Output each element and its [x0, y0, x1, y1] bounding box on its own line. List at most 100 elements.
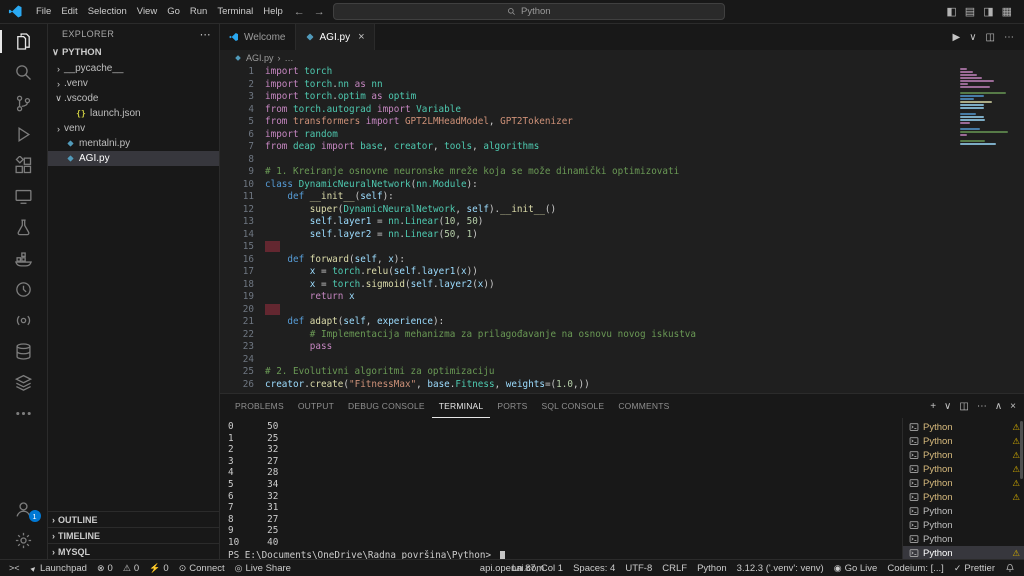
menu-run[interactable]: Run	[185, 0, 212, 23]
terminal-list-scrollbar[interactable]	[1020, 421, 1023, 479]
section-outline[interactable]: ›OUTLINE	[48, 511, 219, 527]
activity-explorer[interactable]	[0, 26, 48, 57]
menu-file[interactable]: File	[31, 0, 56, 23]
go-live[interactable]: ◉Go Live	[829, 560, 883, 576]
minimap[interactable]	[960, 68, 1012, 146]
code-line[interactable]: 1import torch	[220, 66, 954, 79]
code-line[interactable]: 19 return x	[220, 291, 954, 304]
section-mysql[interactable]: ›MYSQL	[48, 543, 219, 559]
tree-item-agi-py[interactable]: AGI.py	[48, 151, 219, 166]
menu-view[interactable]: View	[132, 0, 162, 23]
terminal-list-item[interactable]: Python⚠	[903, 434, 1024, 448]
activity-more[interactable]	[0, 398, 48, 429]
connect[interactable]: ⊙Connect	[174, 560, 230, 576]
menu-terminal[interactable]: Terminal	[212, 0, 258, 23]
tree-item-venv[interactable]: ›.venv	[48, 76, 219, 91]
code-line[interactable]: 4from torch.autograd import Variable	[220, 104, 954, 117]
close-panel-icon[interactable]: ×	[1010, 401, 1016, 412]
close-icon[interactable]: ×	[358, 31, 364, 43]
codeium[interactable]: Codeium: [...]	[882, 560, 949, 576]
panel-tab-terminal[interactable]: TERMINAL	[432, 394, 491, 418]
terminal-list-item[interactable]: Python⚠	[903, 476, 1024, 490]
tab-agi-py[interactable]: AGI.py×	[296, 24, 375, 50]
activity-extensions[interactable]	[0, 150, 48, 181]
python-interpreter[interactable]: 3.12.3 ('.venv': venv)	[732, 560, 829, 576]
terminal-output[interactable]: 0 501 252 323 274 285 346 327 318 279 25…	[220, 418, 902, 559]
editor[interactable]: 1import torch2import torch.nn as nn3impo…	[220, 65, 1024, 393]
code-line[interactable]: 25# 2. Evolutivni algoritmi za optimizac…	[220, 366, 954, 379]
maximize-panel-icon[interactable]: ∧	[995, 401, 1002, 412]
activity-broadcast[interactable]	[0, 305, 48, 336]
code-line[interactable]: 24	[220, 354, 954, 367]
panel-tab-sql-console[interactable]: SQL CONSOLE	[534, 394, 611, 418]
customize-layout-icon[interactable]: ▦	[1002, 5, 1012, 18]
more-icon[interactable]: ⋯	[977, 401, 987, 412]
encoding[interactable]: UTF-8	[620, 560, 657, 576]
ports[interactable]: ⚡0	[144, 560, 174, 576]
menu-edit[interactable]: Edit	[56, 0, 82, 23]
code-line[interactable]: 2import torch.nn as nn	[220, 79, 954, 92]
code-line[interactable]: 21 def adapt(self, experience):	[220, 316, 954, 329]
terminal-list-item[interactable]: Python⚠	[903, 462, 1024, 476]
live-share[interactable]: ◎Live Share	[230, 560, 296, 576]
breadcrumb[interactable]: AGI.py › …	[220, 50, 1024, 65]
section-timeline[interactable]: ›TIMELINE	[48, 527, 219, 543]
sidebar-more-icon[interactable]: ⋯	[200, 28, 211, 41]
activity-layers[interactable]	[0, 367, 48, 398]
tree-item-venv[interactable]: ›venv	[48, 121, 219, 136]
nav-forward-icon[interactable]: →	[314, 6, 325, 18]
accounts-button[interactable]: 1	[0, 494, 48, 525]
activity-containers[interactable]	[0, 243, 48, 274]
code-line[interactable]: 23 pass	[220, 341, 954, 354]
panel-tab-ports[interactable]: PORTS	[490, 394, 534, 418]
code-line[interactable]: 7from deap import base, creator, tools, …	[220, 141, 954, 154]
toggle-sidebar-icon[interactable]: ◧	[946, 5, 956, 18]
toggle-panel-icon[interactable]: ▤	[965, 5, 975, 18]
code-line[interactable]: 11 def __init__(self):	[220, 191, 954, 204]
code-line[interactable]: 18 x = torch.sigmoid(self.layer2(x))	[220, 279, 954, 292]
nav-back-icon[interactable]: ←	[294, 6, 305, 18]
remote-indicator[interactable]: ><	[4, 560, 25, 576]
prettier[interactable]: ✓Prettier	[949, 560, 1000, 576]
api-host-status[interactable]: api.openai.com	[475, 560, 549, 576]
code-line[interactable]: 9# 1. Kreiranje osnovne neuronske mreže …	[220, 166, 954, 179]
run-dropdown-icon[interactable]: ∨	[969, 32, 976, 43]
activity-source-control[interactable]	[0, 88, 48, 119]
terminal-list-item[interactable]: Python⚠	[903, 546, 1024, 559]
activity-history[interactable]	[0, 274, 48, 305]
run-python-file-button[interactable]: ▶	[953, 32, 961, 43]
activity-database[interactable]	[0, 336, 48, 367]
code-line[interactable]: 22 # Implementacija mehanizma za prilago…	[220, 329, 954, 342]
code-line[interactable]: 13 self.layer1 = nn.Linear(10, 50)	[220, 216, 954, 229]
terminal-list-item[interactable]: Python⚠	[903, 448, 1024, 462]
code-line[interactable]: 17 x = torch.relu(self.layer1(x))	[220, 266, 954, 279]
activity-remote-explorer[interactable]	[0, 181, 48, 212]
split-editor-icon[interactable]: ◫	[986, 32, 995, 43]
toggle-secondary-sidebar-icon[interactable]: ◨	[983, 5, 993, 18]
panel-tab-comments[interactable]: COMMENTS	[611, 394, 676, 418]
tree-item-pycache[interactable]: ›__pycache__	[48, 61, 219, 76]
split-terminal-icon[interactable]: ◫	[959, 401, 968, 412]
terminal-list-item[interactable]: Python	[903, 532, 1024, 546]
code-line[interactable]: 20	[220, 304, 954, 317]
code-line[interactable]: 15	[220, 241, 954, 254]
menu-help[interactable]: Help	[258, 0, 288, 23]
tree-item-launch-json[interactable]: {}launch.json	[48, 106, 219, 121]
activity-search[interactable]	[0, 57, 48, 88]
code-line[interactable]: 10class DynamicNeuralNetwork(nn.Module):	[220, 179, 954, 192]
code-line[interactable]: 5from transformers import GPT2LMHeadMode…	[220, 116, 954, 129]
eol[interactable]: CRLF	[657, 560, 692, 576]
tree-item-mentalni-py[interactable]: mentalni.py	[48, 136, 219, 151]
code-line[interactable]: 8	[220, 154, 954, 167]
panel-tab-output[interactable]: OUTPUT	[291, 394, 341, 418]
menu-go[interactable]: Go	[162, 0, 185, 23]
workspace-section-header[interactable]: ∨ PYTHON	[48, 44, 219, 61]
menu-selection[interactable]: Selection	[83, 0, 132, 23]
panel-tab-problems[interactable]: PROBLEMS	[228, 394, 291, 418]
launchpad[interactable]: ▲Launchpad	[25, 560, 92, 576]
code-line[interactable]: 16 def forward(self, x):	[220, 254, 954, 267]
notifications[interactable]	[1000, 560, 1020, 576]
terminal-list-item[interactable]: Python	[903, 518, 1024, 532]
code-line[interactable]: 14 self.layer2 = nn.Linear(50, 1)	[220, 229, 954, 242]
code-line[interactable]: 3import torch.optim as optim	[220, 91, 954, 104]
